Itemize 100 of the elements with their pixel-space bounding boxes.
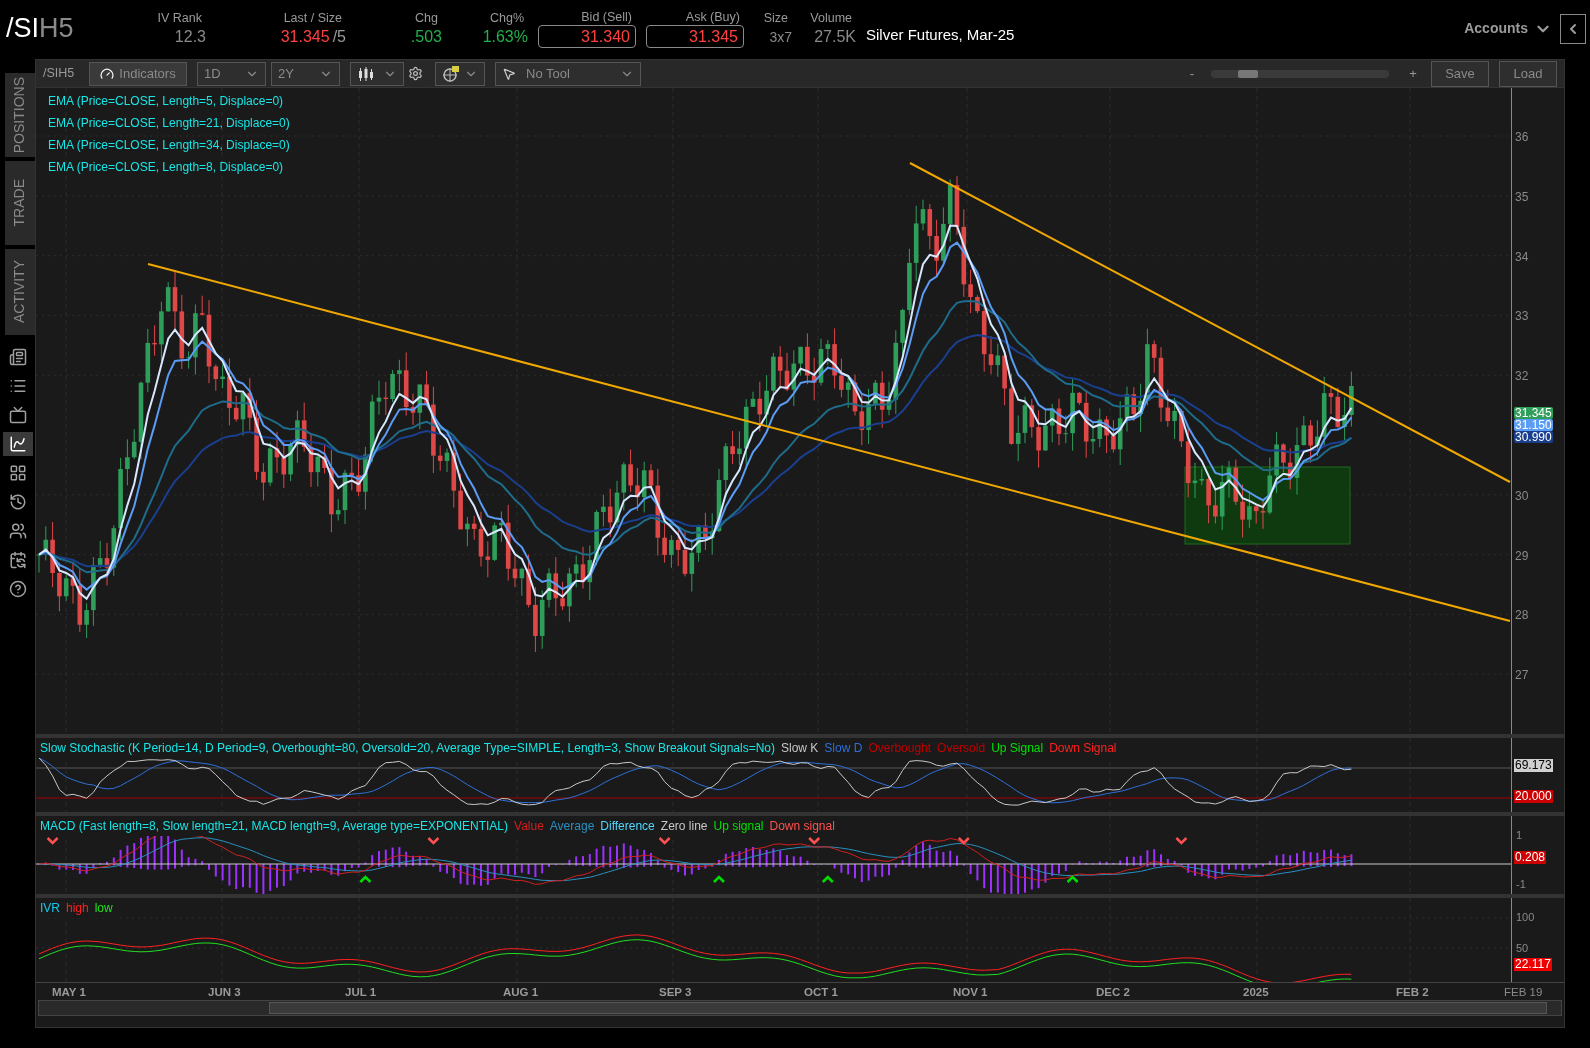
quote-value: 1.63% bbox=[482, 26, 528, 47]
price-axis-label: 30 bbox=[1515, 487, 1529, 505]
value-badge: 20.000 bbox=[1514, 790, 1553, 803]
legend-label: low bbox=[94, 900, 113, 917]
chart-style-button[interactable] bbox=[350, 61, 404, 86]
up-signal-marker bbox=[1066, 875, 1079, 883]
quote-value: .503 bbox=[410, 26, 442, 47]
indicators-button[interactable]: Indicators bbox=[89, 61, 187, 86]
quote-label: Size bbox=[763, 9, 789, 26]
price-axis-label: 36 bbox=[1515, 129, 1529, 146]
sidebar-tab[interactable]: TRADE bbox=[4, 161, 35, 245]
time-axis-label: AUG 1 bbox=[503, 985, 539, 1000]
price-badge: 30.990 bbox=[1514, 431, 1553, 443]
candlestick-icon bbox=[357, 66, 375, 81]
instrument-description: Silver Futures, Mar-25 bbox=[866, 25, 1015, 46]
horizontal-scrollbar[interactable] bbox=[38, 1000, 1562, 1016]
ivr-axis-label: 50 bbox=[1516, 941, 1529, 956]
zoom-out-button[interactable]: - bbox=[1187, 63, 1197, 84]
legend-label: Difference bbox=[600, 818, 655, 835]
scrollbar-thumb[interactable] bbox=[269, 1002, 1547, 1014]
study-label: EMA (Price=CLOSE, Length=34, Displace=0) bbox=[48, 137, 290, 154]
legend-label: Value bbox=[514, 818, 544, 835]
chart-symbol: /SIH5 bbox=[43, 65, 76, 83]
legend-label: Down Signal bbox=[1049, 740, 1117, 757]
clock-icon bbox=[8, 493, 27, 511]
list-icon bbox=[8, 377, 27, 395]
up-signal-marker bbox=[821, 875, 834, 883]
price-axis-label: 27 bbox=[1515, 667, 1529, 685]
quote-value: 27.5K bbox=[814, 26, 856, 47]
gauge-icon bbox=[100, 66, 115, 81]
help-icon bbox=[8, 580, 27, 598]
down-signal-marker bbox=[658, 837, 671, 845]
quote-size: /5 bbox=[332, 26, 346, 47]
chart-grid-icon bbox=[8, 435, 27, 453]
time-axis-label: FEB 2 bbox=[1396, 985, 1429, 1000]
price-axis-label: 28 bbox=[1515, 607, 1529, 625]
quote-label: Bid (Sell) bbox=[581, 9, 633, 25]
time-axis-label: FEB 19 bbox=[1504, 985, 1543, 1000]
macd-axis-label: 1 bbox=[1516, 828, 1523, 843]
collapse-button[interactable] bbox=[1560, 13, 1586, 44]
aggregation-dropdown[interactable]: 1D bbox=[197, 61, 266, 86]
study-title: IVR bbox=[40, 900, 60, 917]
price-badge: 31.345 bbox=[1514, 407, 1553, 419]
up-signal-marker bbox=[713, 875, 725, 883]
value-badge: 0.208 bbox=[1514, 851, 1547, 864]
legend-label: Oversold bbox=[937, 740, 986, 757]
sidebar-tab[interactable]: ACTIVITY bbox=[4, 249, 35, 335]
time-axis-label: DEC 2 bbox=[1096, 985, 1130, 1000]
drawing-tools-button[interactable] bbox=[435, 61, 485, 86]
cursor-icon bbox=[502, 66, 516, 81]
timeframe-dropdown[interactable]: 2Y bbox=[271, 61, 340, 86]
quote-label: Ask (Buy) bbox=[685, 9, 741, 25]
quote-value: 3x7 bbox=[769, 27, 792, 47]
ivr-axis-label: 100 bbox=[1516, 910, 1535, 925]
tv-icon bbox=[8, 406, 27, 424]
zoom-slider[interactable] bbox=[1211, 69, 1389, 78]
quote-label: IV Rank bbox=[157, 9, 203, 26]
load-button[interactable]: Load bbox=[1499, 60, 1557, 87]
time-axis-label: JUN 3 bbox=[208, 985, 241, 1000]
legend-label: Overbought bbox=[868, 740, 932, 757]
drawing-tool-dropdown[interactable]: No Tool bbox=[495, 61, 641, 86]
legend-label: Zero line bbox=[660, 818, 708, 835]
price-badge: 31.150 bbox=[1514, 419, 1553, 431]
down-signal-marker bbox=[46, 837, 59, 845]
save-button[interactable]: Save bbox=[1431, 60, 1489, 87]
time-axis-label: OCT 1 bbox=[804, 985, 838, 1000]
time-axis-label: NOV 1 bbox=[953, 985, 988, 1000]
price-axis-label: 32 bbox=[1515, 368, 1529, 386]
quote-label: Chg bbox=[415, 9, 439, 26]
macd-axis-label: -1 bbox=[1516, 877, 1526, 892]
study-label: EMA (Price=CLOSE, Length=5, Displace=0) bbox=[48, 93, 285, 110]
time-axis-label: JUL 1 bbox=[345, 985, 377, 1000]
accounts-menu[interactable]: Accounts bbox=[1464, 18, 1552, 39]
zoom-slider-thumb[interactable] bbox=[1237, 69, 1258, 78]
quote-value-field: 31.340 bbox=[538, 25, 636, 48]
legend-label: Slow D bbox=[824, 740, 863, 757]
sidebar-icon-button[interactable] bbox=[2, 432, 33, 456]
zoom-in-button[interactable]: + bbox=[1407, 63, 1419, 84]
study-title: Slow Stochastic (K Period=14, D Period=9, Overbought=80, Oversold=20, Average Type=SIMPLE, Length=3, Show Breakout Signals=No) bbox=[40, 740, 775, 757]
quote-value: 31.345 bbox=[280, 26, 330, 47]
quote-value-field: 31.345 bbox=[646, 25, 744, 48]
legend-label: Down signal bbox=[769, 818, 835, 835]
study-title: MACD (Fast length=8, Slow length=21, MACD length=9, Average type=EXPONENTIAL) bbox=[40, 818, 508, 835]
sidebar-tab[interactable]: POSITIONS bbox=[4, 73, 35, 157]
quote-label: Chg% bbox=[489, 9, 525, 26]
grid-icon bbox=[8, 464, 27, 482]
time-axis-label: MAY 1 bbox=[52, 985, 86, 1000]
value-badge: 69.173 bbox=[1514, 759, 1553, 772]
study-label: EMA (Price=CLOSE, Length=8, Displace=0) bbox=[48, 159, 285, 176]
crosshair-globe-icon bbox=[442, 65, 460, 82]
time-axis-label: 2025 bbox=[1243, 985, 1269, 1000]
symbol-suffix: H5 bbox=[39, 12, 74, 46]
price-axis-label: 35 bbox=[1515, 188, 1529, 206]
settings-icon[interactable] bbox=[408, 66, 423, 81]
price-axis-label: 33 bbox=[1515, 308, 1529, 326]
legend-label: high bbox=[66, 900, 89, 917]
legend-label: Average bbox=[549, 818, 595, 835]
quote-label: Volume bbox=[810, 9, 853, 26]
symbol-root: /SI bbox=[6, 12, 39, 46]
time-axis-label: SEP 3 bbox=[659, 985, 692, 1000]
